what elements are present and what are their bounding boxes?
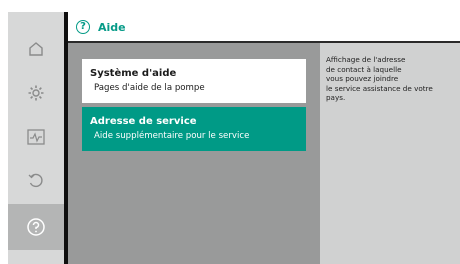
undo-icon <box>28 173 43 188</box>
menu-item-service-address[interactable]: Adresse de service Aide supplémentaire p… <box>82 107 306 151</box>
gear-icon <box>28 85 44 101</box>
page-title: Aide <box>98 20 126 34</box>
home-icon <box>29 42 43 56</box>
menu-item-title: Adresse de service <box>90 116 197 127</box>
menu-item-subtitle: Aide supplémentaire pour le service <box>94 131 250 141</box>
help-text-line: Affichage de l'adresse <box>326 55 406 64</box>
sidebar-item-diagnostics[interactable] <box>8 118 64 156</box>
sidebar-item-restore[interactable] <box>8 162 64 200</box>
sidebar-item-settings[interactable] <box>8 74 64 112</box>
help-text-line: le service assistance de votre pays. <box>326 83 433 103</box>
screen: ? Aide Système d'aide Pages d'aide de la… <box>0 0 460 264</box>
help-circle-icon <box>27 218 45 236</box>
sidebar <box>8 12 64 264</box>
menu-item-title: Système d'aide <box>90 68 177 79</box>
help-description-panel: Affichage de l'adresse de contact à laqu… <box>320 43 460 264</box>
menu-item-help-system[interactable]: Système d'aide Pages d'aide de la pompe <box>82 59 306 103</box>
sidebar-item-help[interactable] <box>8 204 64 250</box>
sidebar-item-home[interactable] <box>8 30 64 68</box>
help-text-line: vous pouvez joindre <box>326 74 399 83</box>
help-circle-icon: ? <box>76 20 90 34</box>
help-text-line: de contact à laquelle <box>326 64 402 74</box>
menu-item-subtitle: Pages d'aide de la pompe <box>94 83 205 93</box>
header: ? Aide <box>68 12 460 42</box>
pulse-monitor-icon <box>27 129 45 145</box>
